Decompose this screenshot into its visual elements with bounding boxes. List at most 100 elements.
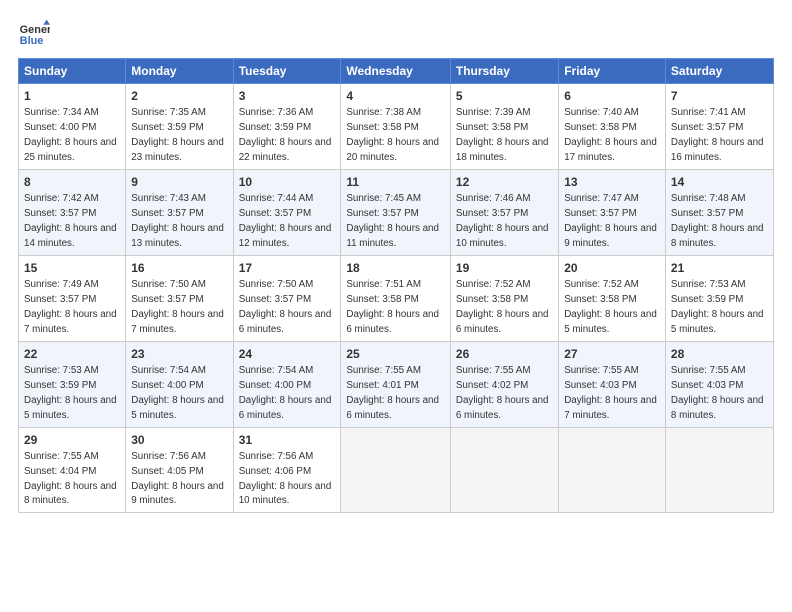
day-info: Sunrise: 7:51 AMSunset: 3:58 PMDaylight:… <box>346 279 439 335</box>
calendar-cell: 30 Sunrise: 7:56 AMSunset: 4:05 PMDayligh… <box>126 427 233 513</box>
day-number: 23 <box>131 346 227 362</box>
calendar-cell: 19 Sunrise: 7:52 AMSunset: 3:58 PMDayligh… <box>450 255 558 341</box>
calendar-cell: 18 Sunrise: 7:51 AMSunset: 3:58 PMDayligh… <box>341 255 451 341</box>
day-info: Sunrise: 7:52 AMSunset: 3:58 PMDaylight:… <box>564 279 657 335</box>
day-info: Sunrise: 7:56 AMSunset: 4:05 PMDaylight:… <box>131 451 224 507</box>
day-number: 18 <box>346 260 445 276</box>
day-number: 5 <box>456 88 553 104</box>
day-info: Sunrise: 7:36 AMSunset: 3:59 PMDaylight:… <box>239 107 332 163</box>
day-info: Sunrise: 7:47 AMSunset: 3:57 PMDaylight:… <box>564 193 657 249</box>
day-number: 8 <box>24 174 120 190</box>
day-number: 14 <box>671 174 768 190</box>
day-info: Sunrise: 7:56 AMSunset: 4:06 PMDaylight:… <box>239 451 332 507</box>
calendar-cell: 11 Sunrise: 7:45 AMSunset: 3:57 PMDayligh… <box>341 169 451 255</box>
day-number: 31 <box>239 432 336 448</box>
calendar-cell: 1 Sunrise: 7:34 AMSunset: 4:00 PMDaylight… <box>19 84 126 170</box>
calendar-cell: 27 Sunrise: 7:55 AMSunset: 4:03 PMDayligh… <box>559 341 666 427</box>
day-info: Sunrise: 7:41 AMSunset: 3:57 PMDaylight:… <box>671 107 764 163</box>
day-info: Sunrise: 7:50 AMSunset: 3:57 PMDaylight:… <box>131 279 224 335</box>
day-info: Sunrise: 7:54 AMSunset: 4:00 PMDaylight:… <box>239 365 332 421</box>
day-info: Sunrise: 7:50 AMSunset: 3:57 PMDaylight:… <box>239 279 332 335</box>
col-header-wednesday: Wednesday <box>341 59 451 84</box>
day-number: 30 <box>131 432 227 448</box>
calendar-cell: 21 Sunrise: 7:53 AMSunset: 3:59 PMDayligh… <box>665 255 773 341</box>
col-header-monday: Monday <box>126 59 233 84</box>
day-number: 25 <box>346 346 445 362</box>
day-info: Sunrise: 7:55 AMSunset: 4:03 PMDaylight:… <box>564 365 657 421</box>
day-number: 10 <box>239 174 336 190</box>
calendar-cell: 28 Sunrise: 7:55 AMSunset: 4:03 PMDayligh… <box>665 341 773 427</box>
calendar-cell <box>665 427 773 513</box>
day-info: Sunrise: 7:48 AMSunset: 3:57 PMDaylight:… <box>671 193 764 249</box>
calendar-cell <box>559 427 666 513</box>
col-header-saturday: Saturday <box>665 59 773 84</box>
col-header-sunday: Sunday <box>19 59 126 84</box>
day-number: 22 <box>24 346 120 362</box>
calendar-cell: 5 Sunrise: 7:39 AMSunset: 3:58 PMDaylight… <box>450 84 558 170</box>
day-info: Sunrise: 7:55 AMSunset: 4:03 PMDaylight:… <box>671 365 764 421</box>
calendar-table: SundayMondayTuesdayWednesdayThursdayFrid… <box>18 58 774 513</box>
calendar-cell: 14 Sunrise: 7:48 AMSunset: 3:57 PMDayligh… <box>665 169 773 255</box>
calendar-cell: 3 Sunrise: 7:36 AMSunset: 3:59 PMDaylight… <box>233 84 341 170</box>
calendar-cell: 29 Sunrise: 7:55 AMSunset: 4:04 PMDayligh… <box>19 427 126 513</box>
calendar-cell: 26 Sunrise: 7:55 AMSunset: 4:02 PMDayligh… <box>450 341 558 427</box>
day-info: Sunrise: 7:55 AMSunset: 4:04 PMDaylight:… <box>24 451 117 507</box>
calendar-header-row: SundayMondayTuesdayWednesdayThursdayFrid… <box>19 59 774 84</box>
day-number: 15 <box>24 260 120 276</box>
calendar-week-4: 22 Sunrise: 7:53 AMSunset: 3:59 PMDayligh… <box>19 341 774 427</box>
day-info: Sunrise: 7:46 AMSunset: 3:57 PMDaylight:… <box>456 193 549 249</box>
day-info: Sunrise: 7:35 AMSunset: 3:59 PMDaylight:… <box>131 107 224 163</box>
day-info: Sunrise: 7:34 AMSunset: 4:00 PMDaylight:… <box>24 107 117 163</box>
day-info: Sunrise: 7:52 AMSunset: 3:58 PMDaylight:… <box>456 279 549 335</box>
day-info: Sunrise: 7:42 AMSunset: 3:57 PMDaylight:… <box>24 193 117 249</box>
calendar-week-1: 1 Sunrise: 7:34 AMSunset: 4:00 PMDaylight… <box>19 84 774 170</box>
calendar-cell: 7 Sunrise: 7:41 AMSunset: 3:57 PMDaylight… <box>665 84 773 170</box>
day-info: Sunrise: 7:38 AMSunset: 3:58 PMDaylight:… <box>346 107 439 163</box>
calendar-cell: 12 Sunrise: 7:46 AMSunset: 3:57 PMDayligh… <box>450 169 558 255</box>
day-number: 1 <box>24 88 120 104</box>
day-number: 26 <box>456 346 553 362</box>
day-info: Sunrise: 7:53 AMSunset: 3:59 PMDaylight:… <box>24 365 117 421</box>
calendar-cell <box>341 427 451 513</box>
header: General Blue <box>18 18 774 50</box>
calendar-cell: 31 Sunrise: 7:56 AMSunset: 4:06 PMDayligh… <box>233 427 341 513</box>
calendar-cell: 25 Sunrise: 7:55 AMSunset: 4:01 PMDayligh… <box>341 341 451 427</box>
col-header-friday: Friday <box>559 59 666 84</box>
logo: General Blue <box>18 18 54 50</box>
day-info: Sunrise: 7:39 AMSunset: 3:58 PMDaylight:… <box>456 107 549 163</box>
day-info: Sunrise: 7:45 AMSunset: 3:57 PMDaylight:… <box>346 193 439 249</box>
day-info: Sunrise: 7:43 AMSunset: 3:57 PMDaylight:… <box>131 193 224 249</box>
calendar-cell: 20Sunrise: 7:52 AMSunset: 3:58 PMDayligh… <box>559 255 666 341</box>
day-number: 28 <box>671 346 768 362</box>
calendar-cell: 15Sunrise: 7:49 AMSunset: 3:57 PMDayligh… <box>19 255 126 341</box>
day-number: 4 <box>346 88 445 104</box>
calendar-week-2: 8 Sunrise: 7:42 AMSunset: 3:57 PMDaylight… <box>19 169 774 255</box>
calendar-cell: 23Sunrise: 7:54 AMSunset: 4:00 PMDayligh… <box>126 341 233 427</box>
calendar-cell: 2Sunrise: 7:35 AMSunset: 3:59 PMDaylight… <box>126 84 233 170</box>
col-header-tuesday: Tuesday <box>233 59 341 84</box>
calendar-week-3: 15Sunrise: 7:49 AMSunset: 3:57 PMDayligh… <box>19 255 774 341</box>
svg-text:Blue: Blue <box>20 35 44 47</box>
day-info: Sunrise: 7:55 AMSunset: 4:01 PMDaylight:… <box>346 365 439 421</box>
day-number: 19 <box>456 260 553 276</box>
day-info: Sunrise: 7:55 AMSunset: 4:02 PMDaylight:… <box>456 365 549 421</box>
day-number: 21 <box>671 260 768 276</box>
calendar-cell: 22 Sunrise: 7:53 AMSunset: 3:59 PMDayligh… <box>19 341 126 427</box>
calendar-cell: 24Sunrise: 7:54 AMSunset: 4:00 PMDayligh… <box>233 341 341 427</box>
day-number: 3 <box>239 88 336 104</box>
calendar-cell: 4 Sunrise: 7:38 AMSunset: 3:58 PMDaylight… <box>341 84 451 170</box>
day-info: Sunrise: 7:44 AMSunset: 3:57 PMDaylight:… <box>239 193 332 249</box>
day-number: 27 <box>564 346 660 362</box>
day-number: 29 <box>24 432 120 448</box>
calendar-cell: 8 Sunrise: 7:42 AMSunset: 3:57 PMDaylight… <box>19 169 126 255</box>
day-number: 7 <box>671 88 768 104</box>
calendar-cell: 17 Sunrise: 7:50 AMSunset: 3:57 PMDayligh… <box>233 255 341 341</box>
day-number: 12 <box>456 174 553 190</box>
page: General Blue SundayMondayTuesdayWednesda… <box>0 0 792 612</box>
day-number: 11 <box>346 174 445 190</box>
day-info: Sunrise: 7:53 AMSunset: 3:59 PMDaylight:… <box>671 279 764 335</box>
day-number: 17 <box>239 260 336 276</box>
day-number: 9 <box>131 174 227 190</box>
calendar-week-5: 29 Sunrise: 7:55 AMSunset: 4:04 PMDayligh… <box>19 427 774 513</box>
calendar-cell: 9 Sunrise: 7:43 AMSunset: 3:57 PMDaylight… <box>126 169 233 255</box>
